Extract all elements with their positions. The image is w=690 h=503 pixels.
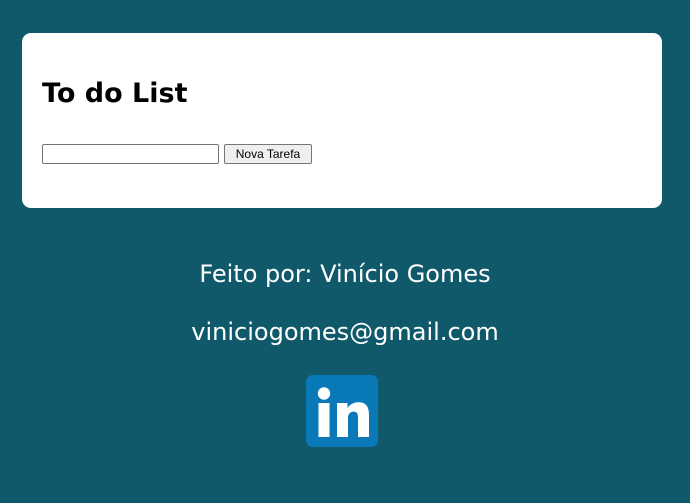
todo-card: To do List Nova Tarefa — [22, 33, 662, 208]
new-task-input[interactable] — [42, 144, 219, 164]
page-title: To do List — [42, 78, 188, 109]
linkedin-icon — [306, 375, 378, 447]
author-credit: Feito por: Vinício Gomes — [199, 260, 491, 288]
linkedin-link[interactable] — [306, 375, 378, 447]
new-task-button[interactable]: Nova Tarefa — [224, 144, 312, 164]
author-email: viniciogomes@gmail.com — [191, 318, 499, 346]
